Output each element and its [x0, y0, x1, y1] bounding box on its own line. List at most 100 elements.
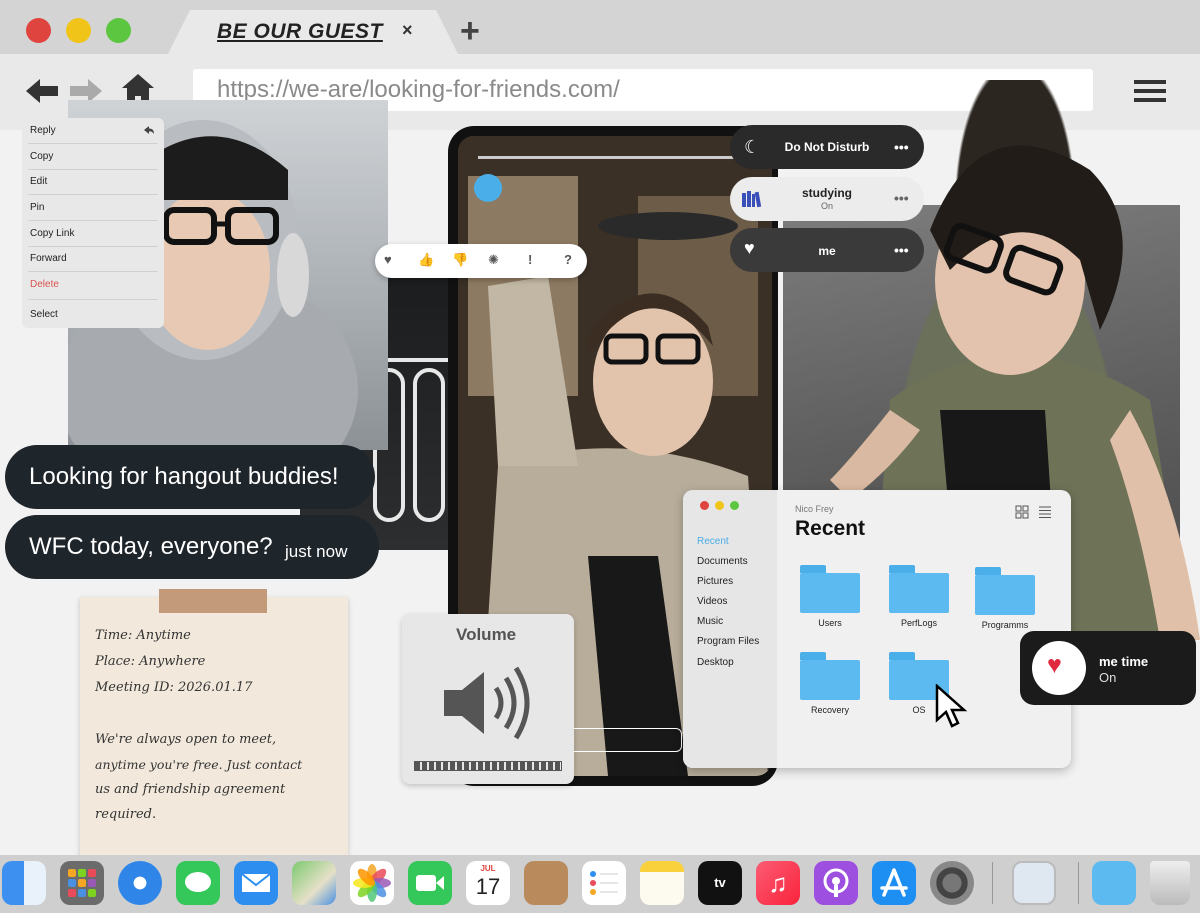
notes-icon[interactable]	[640, 861, 684, 905]
volume-label: Volume	[456, 625, 517, 644]
playhead-dot[interactable]	[474, 174, 502, 202]
menu-item-reply[interactable]: Reply	[30, 125, 56, 136]
reminders-icon[interactable]	[582, 861, 626, 905]
focus-pill-title: me	[818, 244, 836, 258]
heart-reaction-icon[interactable]: ♥	[384, 252, 392, 267]
chat-message: WFC today, everyone?	[29, 533, 273, 560]
mail-icon[interactable]	[234, 861, 278, 905]
folder-icon[interactable]	[975, 567, 1035, 615]
system-settings-icon[interactable]	[930, 861, 974, 905]
menu-divider	[28, 271, 158, 272]
focus-pill-title: Do Not Disturb	[784, 140, 870, 154]
menu-item-delete[interactable]: Delete	[30, 279, 59, 290]
menu-item-pin[interactable]: Pin	[30, 202, 44, 213]
finder-icon[interactable]	[2, 861, 46, 905]
folder-icon[interactable]	[800, 652, 860, 700]
tape-strip	[159, 589, 267, 613]
preview-icon[interactable]	[1012, 861, 1056, 905]
sidebar-item-recent[interactable]: Recent	[697, 536, 729, 547]
menu-item-copy[interactable]: Copy	[30, 151, 53, 162]
calendar-icon[interactable]: JUL 17	[466, 861, 510, 905]
contacts-icon[interactable]	[524, 861, 568, 905]
menu-divider	[28, 194, 158, 195]
back-arrow-icon[interactable]	[24, 76, 60, 106]
menu-item-copy-link[interactable]: Copy Link	[30, 228, 74, 239]
more-options-icon[interactable]: •••	[894, 190, 909, 206]
speaker-icon	[444, 666, 530, 740]
question-reaction-icon[interactable]: ?	[564, 252, 572, 267]
haha-reaction-icon[interactable]: ✺	[488, 252, 499, 268]
folder-label[interactable]: Programms	[965, 620, 1045, 630]
note-line: Time: Anytime	[95, 628, 191, 643]
grid-view-icon[interactable]	[1015, 505, 1029, 519]
downloads-folder-icon[interactable]	[1092, 861, 1136, 905]
messages-icon[interactable]	[176, 861, 220, 905]
trash-icon[interactable]	[1150, 861, 1190, 905]
launchpad-icon[interactable]	[60, 861, 104, 905]
menu-divider	[28, 246, 158, 247]
note-line: Meeting ID: 2026.01.17	[95, 680, 253, 695]
more-options-icon[interactable]: •••	[894, 242, 909, 258]
dock-divider	[1078, 862, 1079, 904]
chat-bubble[interactable]: Looking for hangout buddies!	[5, 445, 375, 509]
sidebar-item-desktop[interactable]: Desktop	[697, 657, 734, 668]
music-icon[interactable]: ♫	[756, 861, 800, 905]
sidebar-item-program-files[interactable]: Program Files	[697, 636, 759, 647]
thumbs-down-reaction-icon[interactable]: 👎	[452, 252, 468, 268]
thumbs-up-reaction-icon[interactable]: 👍	[418, 252, 434, 268]
finder-sidebar	[683, 490, 777, 768]
more-options-icon[interactable]: •••	[894, 139, 909, 155]
note-line: Place: Anywhere	[95, 654, 206, 669]
note-line: We're always open to meet,	[95, 732, 277, 747]
sidebar-item-videos[interactable]: Videos	[697, 596, 727, 607]
sidebar-item-pictures[interactable]: Pictures	[697, 576, 733, 587]
mouse-cursor-icon	[935, 684, 968, 728]
folder-icon[interactable]	[800, 565, 860, 613]
maximize-window-button[interactable]	[106, 18, 131, 43]
focus-pill-title: studying	[802, 186, 852, 200]
menu-item-edit[interactable]: Edit	[30, 176, 47, 187]
calendar-month: JUL	[480, 864, 496, 873]
facetime-icon[interactable]	[408, 861, 452, 905]
menu-divider	[28, 299, 158, 300]
folder-label[interactable]: PerfLogs	[879, 618, 959, 628]
video-progress-track[interactable]	[574, 728, 682, 752]
chat-timestamp: just now	[285, 542, 348, 561]
finder-close-button[interactable]	[700, 501, 709, 510]
apple-tv-icon[interactable]: tv	[698, 861, 742, 905]
note-line: us and friendship agreement	[95, 782, 286, 797]
safari-icon[interactable]	[118, 861, 162, 905]
books-icon	[742, 191, 761, 208]
finder-title: Recent	[795, 517, 866, 540]
sidebar-item-music[interactable]: Music	[697, 616, 723, 627]
close-window-button[interactable]	[26, 18, 51, 43]
photos-icon[interactable]	[350, 861, 394, 905]
podcasts-icon[interactable]	[814, 861, 858, 905]
new-tab-button[interactable]: +	[460, 14, 480, 48]
menu-divider	[28, 220, 158, 221]
volume-level-bar[interactable]	[414, 761, 562, 771]
chat-message: Looking for hangout buddies!	[29, 463, 339, 490]
app-store-icon[interactable]	[872, 861, 916, 905]
chat-bubble[interactable]: WFC today, everyone? just now	[5, 515, 379, 579]
note-line: anytime you're free. Just contact	[95, 757, 303, 772]
folder-label[interactable]: Recovery	[790, 705, 870, 715]
finder-minimize-button[interactable]	[715, 501, 724, 510]
reaction-bar	[375, 244, 587, 278]
me-time-status: On	[1099, 670, 1117, 685]
maps-icon[interactable]	[292, 861, 336, 905]
reply-arrow-icon	[144, 126, 154, 134]
calendar-day: 17	[475, 874, 501, 899]
finder-maximize-button[interactable]	[730, 501, 739, 510]
menu-item-forward[interactable]: Forward	[30, 253, 67, 264]
list-view-icon[interactable]	[1038, 505, 1052, 519]
menu-divider	[28, 143, 158, 144]
menu-item-select[interactable]: Select	[30, 309, 58, 320]
minimize-window-button[interactable]	[66, 18, 91, 43]
folder-icon[interactable]	[889, 565, 949, 613]
exclamation-reaction-icon[interactable]: !	[528, 252, 532, 267]
tab-title[interactable]: BE OUR GUEST	[217, 20, 383, 44]
sidebar-item-documents[interactable]: Documents	[697, 556, 748, 567]
tab-close-button[interactable]: ×	[402, 20, 413, 41]
folder-label[interactable]: Users	[790, 618, 870, 628]
